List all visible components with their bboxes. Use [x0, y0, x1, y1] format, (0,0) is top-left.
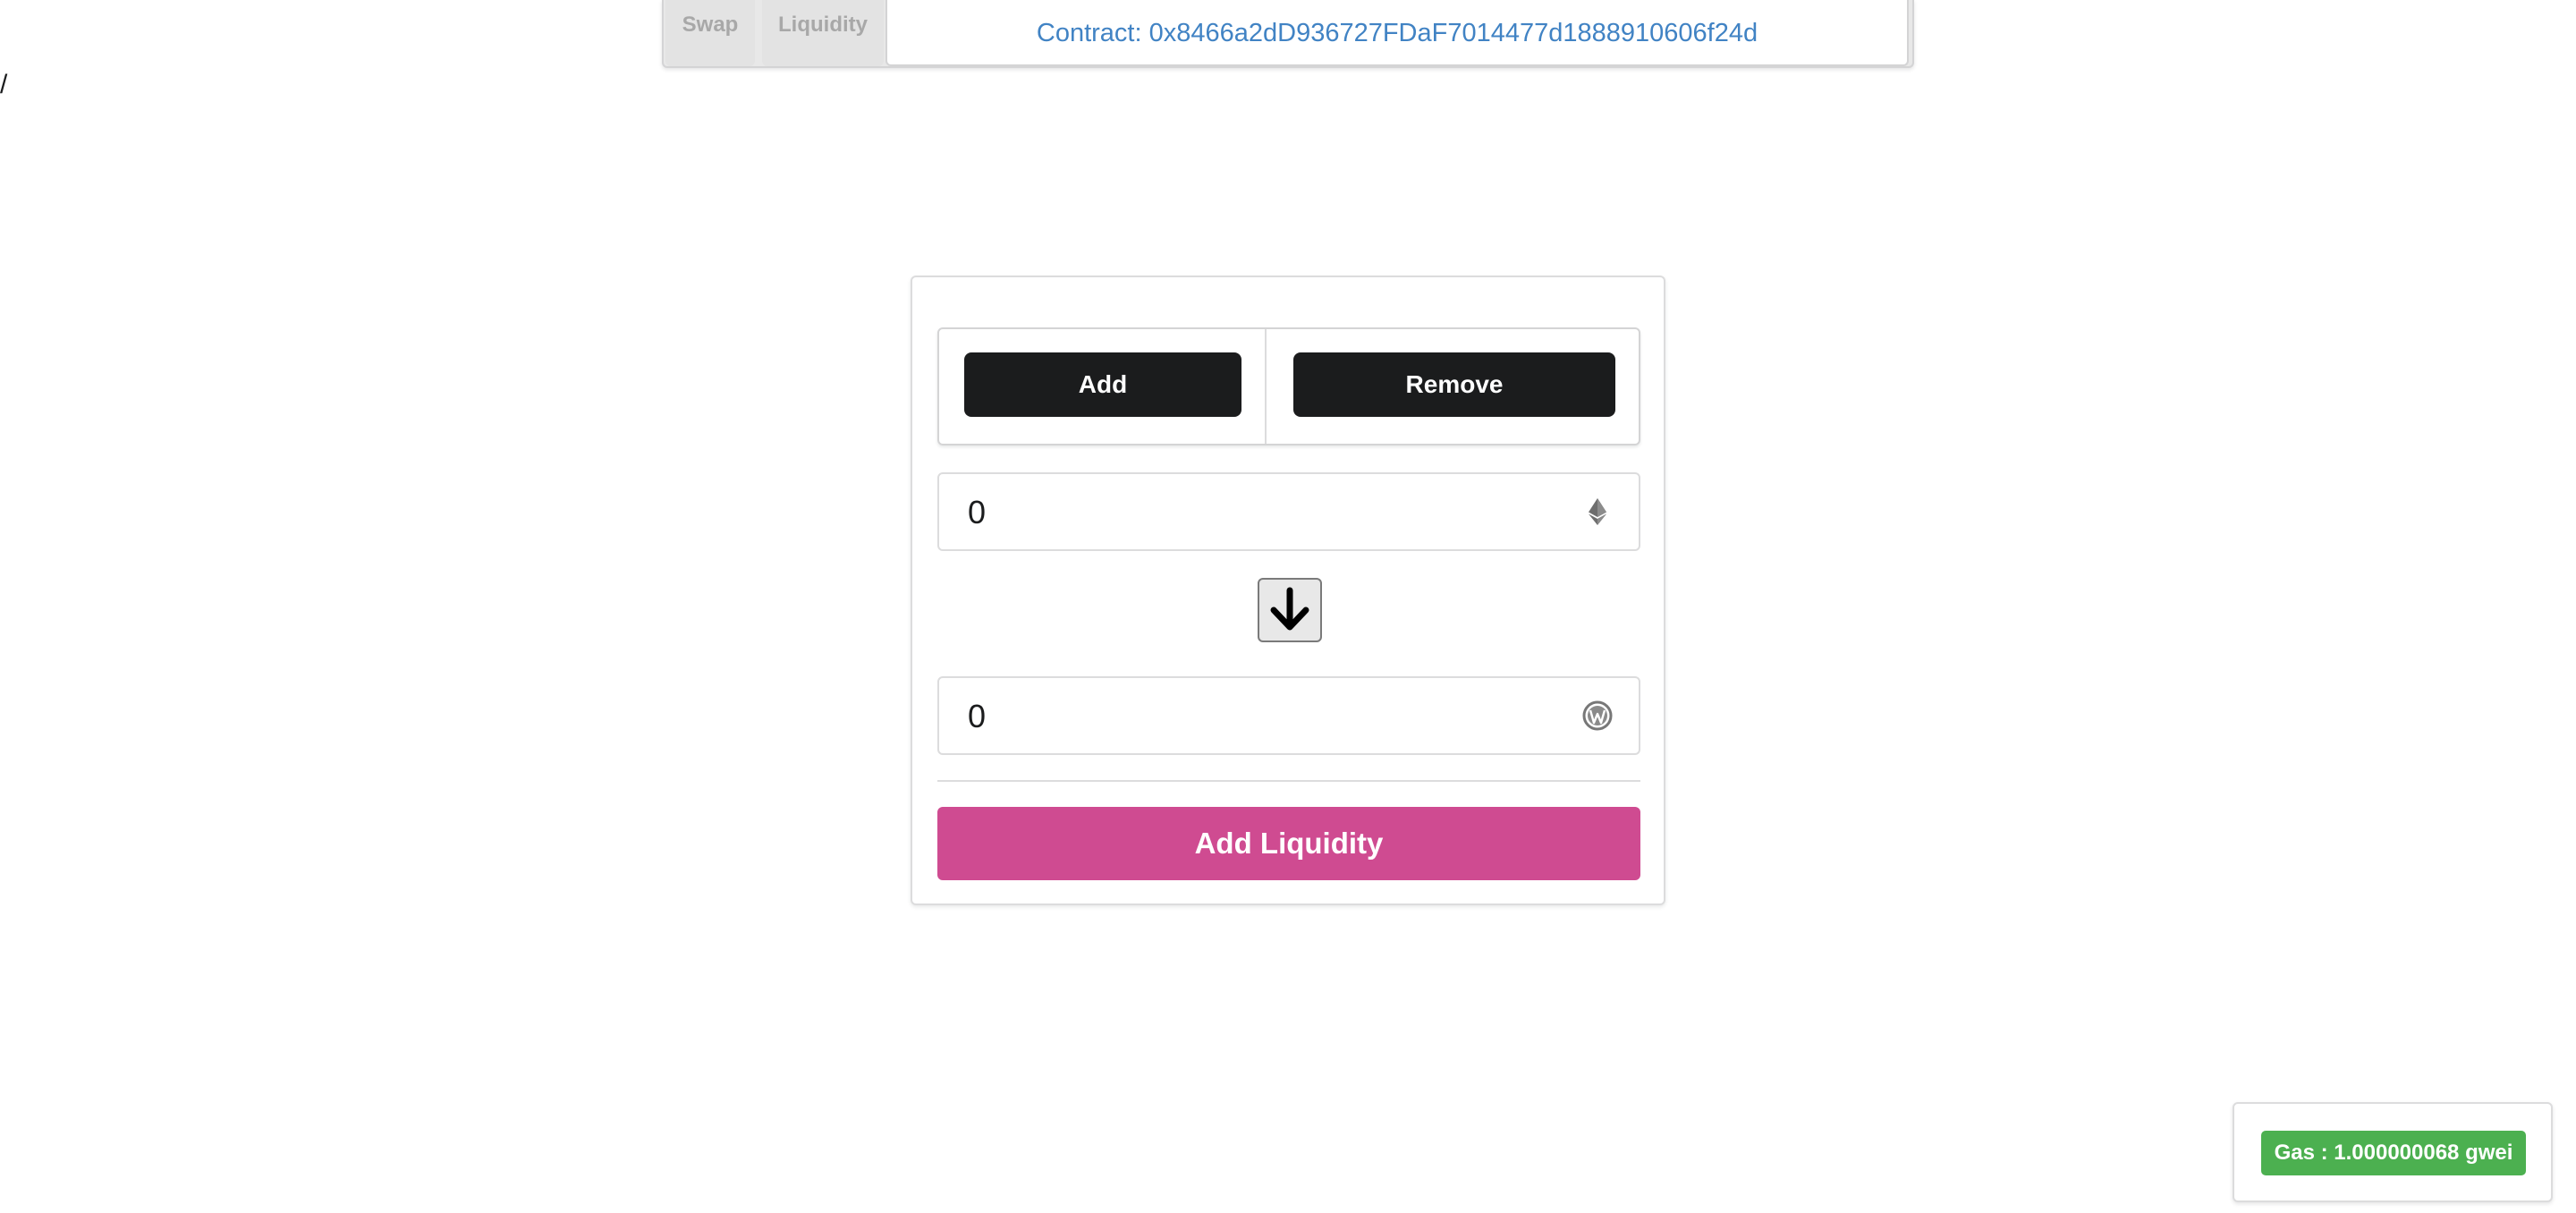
gas-widget: Gas : 1.000000068 gwei: [2233, 1102, 2553, 1202]
add-liquidity-button[interactable]: Add Liquidity: [937, 807, 1640, 880]
card-divider: [937, 780, 1640, 782]
remove-mode-button[interactable]: Remove: [1293, 352, 1615, 417]
mode-divider: [1265, 329, 1267, 444]
liquidity-mode-segment: Add Remove: [937, 327, 1640, 445]
token-amount-input[interactable]: [966, 692, 1542, 741]
tab-liquidity[interactable]: Liquidity: [762, 0, 884, 66]
tab-swap[interactable]: Swap: [665, 0, 755, 66]
top-nav-menu: Swap Liquidity Contract: 0x8466a2dD93672…: [662, 0, 1914, 68]
breadcrumb-slash: /: [0, 70, 8, 99]
arrow-down-icon: [1270, 587, 1309, 631]
wordpress-icon: [1582, 700, 1613, 731]
contract-address-label[interactable]: Contract: 0x8466a2dD936727FDaF7014477d18…: [886, 0, 1909, 66]
add-mode-button[interactable]: Add: [964, 352, 1241, 417]
token-amount-field: [937, 676, 1640, 755]
ethereum-icon: [1589, 498, 1606, 525]
eth-amount-input[interactable]: [966, 488, 1542, 537]
liquidity-card: Add Remove Add Liquidity: [911, 276, 1665, 905]
switch-direction-button[interactable]: [1258, 578, 1322, 642]
eth-amount-field: [937, 472, 1640, 551]
gas-price-badge: Gas : 1.000000068 gwei: [2261, 1131, 2526, 1175]
